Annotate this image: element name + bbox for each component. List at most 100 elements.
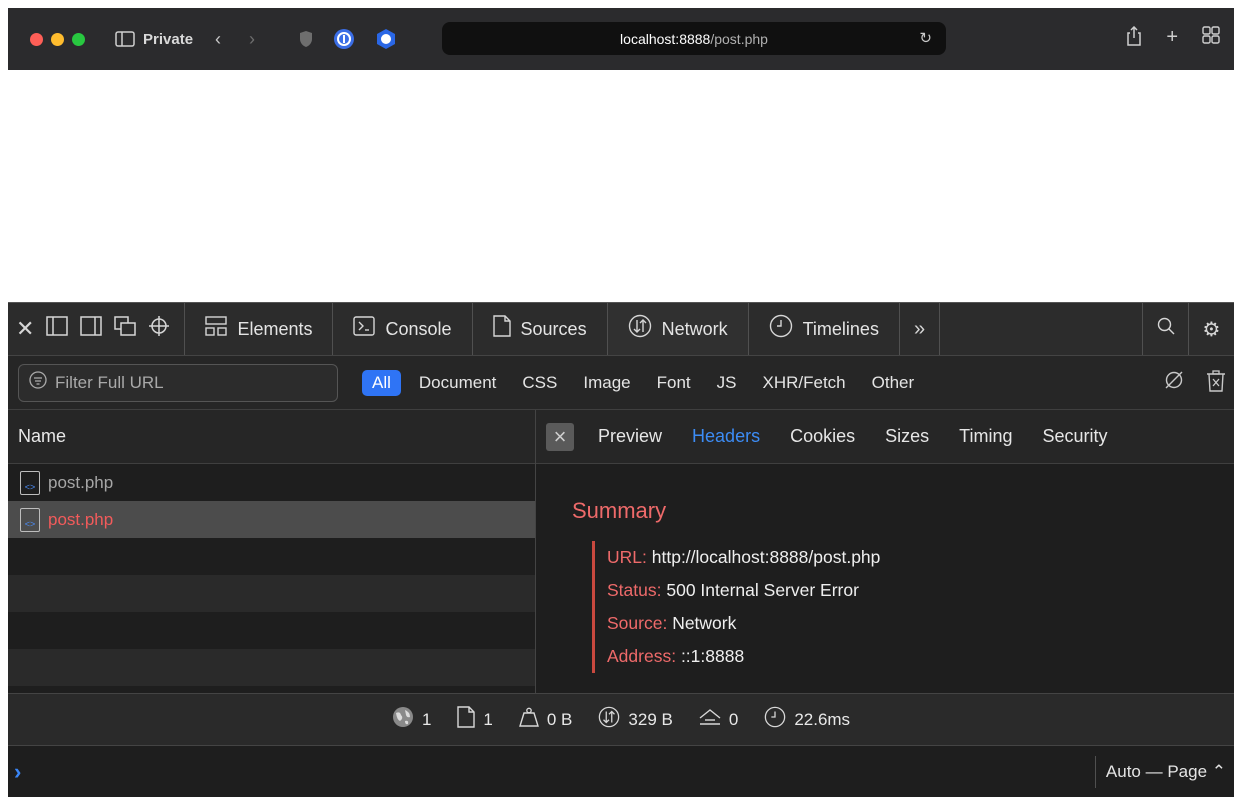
tab-timelines[interactable]: Timelines xyxy=(749,303,900,355)
filter-font[interactable]: Font xyxy=(649,370,699,396)
close-window-button[interactable] xyxy=(30,32,43,46)
name-column-label: Name xyxy=(18,426,67,446)
window-controls xyxy=(30,32,85,46)
sources-icon xyxy=(492,315,511,343)
address-bar[interactable]: localhost:8888/post.php ↻ xyxy=(442,22,946,55)
reload-icon[interactable]: ↻ xyxy=(919,29,932,47)
blocker-extension-icon[interactable] xyxy=(375,28,397,50)
transferred-stat: 0 B xyxy=(518,707,573,733)
url-key: URL: xyxy=(607,547,647,567)
inspector-tab-bar: ✕ Elements Console Sources Network Timel… xyxy=(8,302,1234,356)
tab-timing[interactable]: Timing xyxy=(959,426,1012,447)
summary-address-line: Address: ::1:8888 xyxy=(607,640,880,673)
filter-other[interactable]: Other xyxy=(864,370,923,396)
domains-count: 1 xyxy=(421,709,432,729)
request-name: post.php xyxy=(48,472,114,492)
domains-stat: 1 xyxy=(392,706,431,734)
size-stat: 329 B xyxy=(598,706,673,734)
tab-sources[interactable]: Sources xyxy=(473,303,608,355)
request-name: post.php xyxy=(48,509,114,529)
clear-log-icon[interactable] xyxy=(1206,370,1226,398)
summary-source-line: Source: Network xyxy=(607,607,880,640)
detach-window-icon[interactable] xyxy=(114,316,137,342)
network-transfer-icon xyxy=(598,706,620,734)
tab-cookies[interactable]: Cookies xyxy=(790,426,855,447)
chevron-double-right-icon: » xyxy=(913,317,926,340)
network-icon xyxy=(628,314,652,344)
redirects-count: 0 xyxy=(728,709,739,729)
filter-js[interactable]: JS xyxy=(709,370,745,396)
name-column-header[interactable]: Name xyxy=(8,410,535,464)
clock-icon xyxy=(764,706,786,734)
console-prompt-icon: › xyxy=(14,758,22,784)
request-row[interactable]: <> post.php xyxy=(8,464,535,501)
tab-security[interactable]: Security xyxy=(1042,426,1107,447)
close-detail-icon[interactable]: × xyxy=(546,422,574,451)
close-inspector-icon[interactable]: ✕ xyxy=(16,316,34,342)
url-host: localhost:8888 xyxy=(620,30,711,47)
minimize-window-button[interactable] xyxy=(51,32,64,46)
empty-row xyxy=(8,575,535,612)
filter-xhr-fetch[interactable]: XHR/Fetch xyxy=(754,370,853,396)
sidebar-toggle-button[interactable]: Private xyxy=(115,31,193,48)
tab-headers[interactable]: Headers xyxy=(692,426,760,447)
zoom-window-button[interactable] xyxy=(72,32,85,46)
document-file-icon: <> xyxy=(20,507,40,532)
private-label: Private xyxy=(143,30,194,48)
disable-filters-icon[interactable] xyxy=(1164,370,1184,398)
tab-network-label: Network xyxy=(661,318,728,339)
console-icon xyxy=(353,316,376,342)
empty-row xyxy=(8,612,535,649)
tab-network[interactable]: Network xyxy=(607,303,749,355)
summary-heading[interactable]: Summary xyxy=(572,498,666,524)
network-filter-bar: Filter Full URL All Document CSS Image F… xyxy=(8,356,1234,410)
network-status-bar: 1 1 0 B 329 B 0 22.6ms xyxy=(8,693,1234,745)
tab-sizes[interactable]: Sizes xyxy=(885,426,929,447)
weight-icon xyxy=(518,707,539,733)
element-picker-icon[interactable] xyxy=(148,315,170,343)
filter-placeholder: Filter Full URL xyxy=(55,372,164,392)
execution-context-select[interactable]: Auto — Page ⌃ xyxy=(1094,756,1226,788)
empty-row xyxy=(8,538,535,575)
time-stat: 22.6ms xyxy=(764,706,850,734)
browser-toolbar: Private ‹ › localhost:8888/post.php ↻ + xyxy=(8,8,1234,70)
transferred-size: 0 B xyxy=(546,709,573,729)
filter-url-input[interactable]: Filter Full URL xyxy=(18,363,338,402)
share-icon[interactable] xyxy=(1126,25,1142,52)
request-row-selected[interactable]: <> post.php xyxy=(8,501,535,538)
summary-section: URL: http://localhost:8888/post.php Stat… xyxy=(592,541,880,673)
filter-image[interactable]: Image xyxy=(575,370,638,396)
search-icon xyxy=(1157,317,1175,341)
new-tab-icon[interactable]: + xyxy=(1166,26,1178,52)
filter-document[interactable]: Document xyxy=(411,370,504,396)
quick-console[interactable]: › Auto — Page ⌃ xyxy=(8,745,1234,797)
more-tabs-button[interactable]: » xyxy=(900,303,941,355)
resources-stat: 1 xyxy=(457,705,493,734)
tab-console[interactable]: Console xyxy=(333,303,473,355)
search-button[interactable] xyxy=(1142,303,1188,355)
dock-right-icon[interactable] xyxy=(80,316,103,342)
globe-icon xyxy=(392,706,414,734)
settings-button[interactable]: ⚙ xyxy=(1188,303,1234,355)
tab-sources-label: Sources xyxy=(520,318,587,339)
filter-all[interactable]: All xyxy=(362,369,401,396)
filter-css[interactable]: CSS xyxy=(514,370,565,396)
password-extension-icon[interactable] xyxy=(333,28,355,50)
summary-status-line: Status: 500 Internal Server Error xyxy=(607,574,880,607)
address-value: ::1:8888 xyxy=(680,646,745,666)
redirect-icon xyxy=(699,708,721,732)
request-detail: × Preview Headers Cookies Sizes Timing S… xyxy=(536,410,1234,693)
tab-elements[interactable]: Elements xyxy=(185,303,334,355)
load-time: 22.6ms xyxy=(794,709,851,729)
web-inspector: ✕ Elements Console Sources Network Timel… xyxy=(8,302,1234,797)
tab-console-label: Console xyxy=(385,318,452,339)
tab-preview[interactable]: Preview xyxy=(598,426,662,447)
forward-button[interactable]: › xyxy=(249,29,255,50)
tab-overview-icon[interactable] xyxy=(1202,26,1220,52)
dock-controls: ✕ xyxy=(8,303,186,355)
document-file-icon: <> xyxy=(20,470,40,495)
timelines-icon xyxy=(769,314,793,344)
dock-left-icon[interactable] xyxy=(46,316,69,342)
back-button[interactable]: ‹ xyxy=(215,29,221,50)
shield-icon[interactable] xyxy=(299,30,313,48)
